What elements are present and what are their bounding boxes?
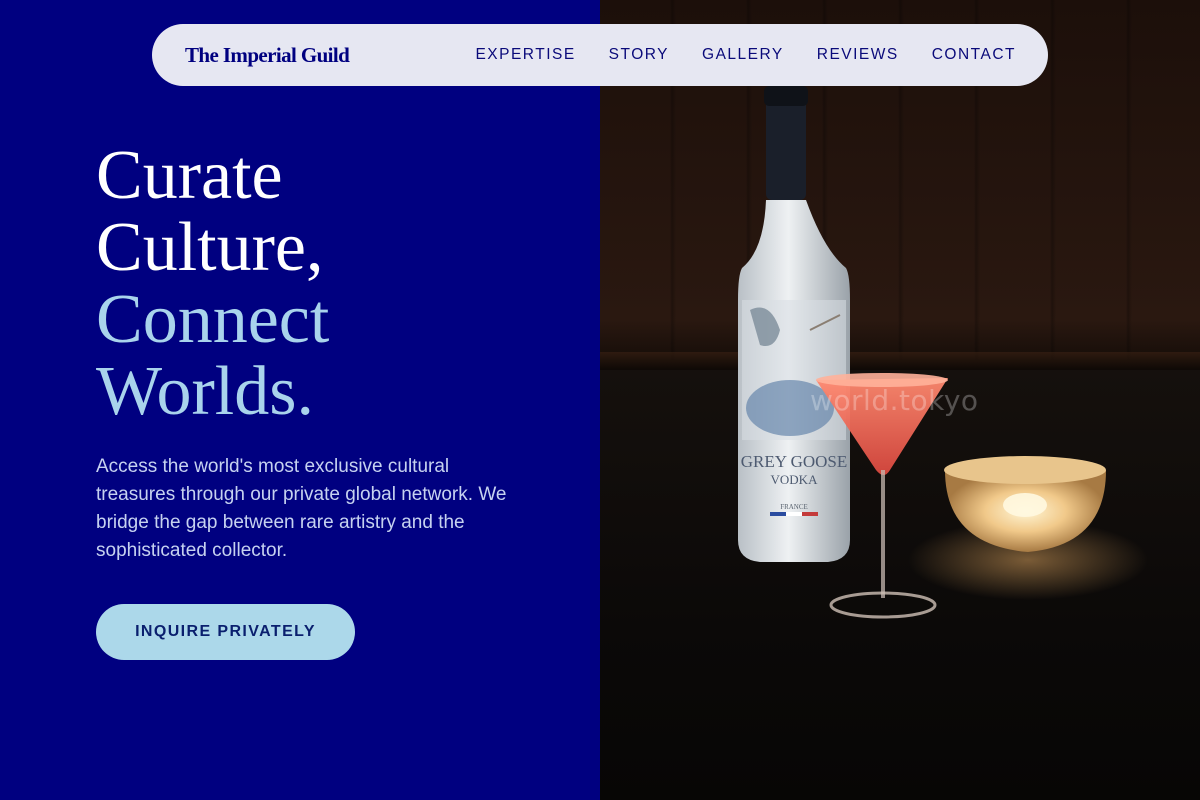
hero-title: Curate Culture, Connect Worlds. (96, 140, 576, 428)
bottle-label-brand: GREY GOOSE (741, 452, 848, 471)
nav-link-expertise[interactable]: EXPERTISE (475, 46, 575, 64)
inquire-privately-button[interactable]: INQUIRE PRIVATELY (96, 604, 355, 660)
hero-title-accent-1: Connect (96, 281, 330, 358)
hero-title-accent-2: Worlds. (96, 353, 314, 430)
hero-title-line-2: Culture, (96, 209, 324, 286)
nav-links: EXPERTISE STORY GALLERY REVIEWS CONTACT (475, 46, 1016, 64)
hero-photo: GREY GOOSE VODKA FRANCE world.tokyo (600, 0, 1200, 800)
hero-description: Access the world's most exclusive cultur… (96, 456, 507, 561)
nav-link-reviews[interactable]: REVIEWS (817, 46, 899, 64)
vodka-bottle: GREY GOOSE VODKA FRANCE (738, 86, 850, 562)
hero-title-line-1: Curate (96, 137, 283, 214)
bottle-label-origin: FRANCE (780, 503, 808, 511)
top-navigation: The Imperial Guild EXPERTISE STORY GALLE… (152, 24, 1048, 86)
bottle-label-type: VODKA (771, 472, 819, 487)
brand-logo[interactable]: The Imperial Guild (185, 43, 350, 68)
nav-link-story[interactable]: STORY (609, 46, 669, 64)
nav-link-contact[interactable]: CONTACT (932, 46, 1016, 64)
nav-link-gallery[interactable]: GALLERY (702, 46, 784, 64)
photo-watermark: world.tokyo (810, 384, 979, 417)
